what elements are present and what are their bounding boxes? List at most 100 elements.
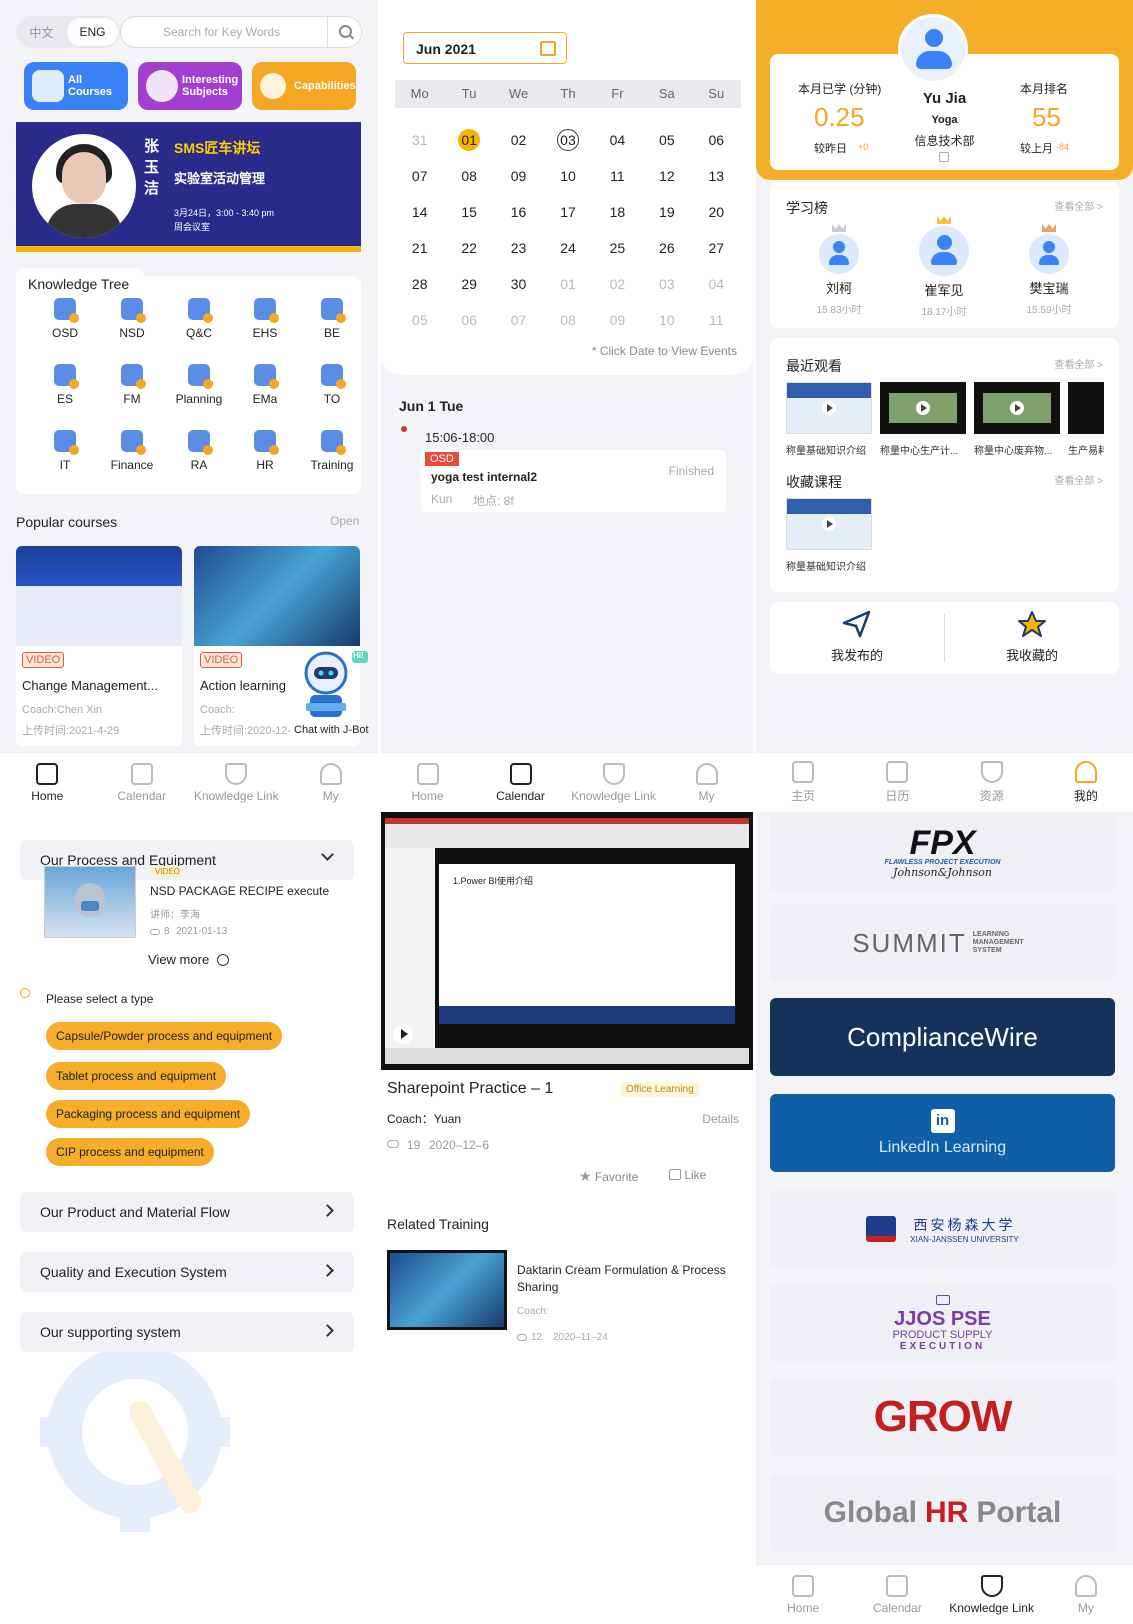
tab-calendar[interactable]: 日历: [850, 753, 944, 812]
type-option[interactable]: Tablet process and equipment: [46, 1062, 227, 1090]
favorite-button[interactable]: ★ Favorite: [579, 1168, 638, 1185]
link-summit[interactable]: SUMMIT LEARNING MANAGEMENT SYSTEM: [770, 904, 1115, 982]
calendar-day[interactable]: 14: [395, 194, 444, 230]
calendar-day[interactable]: 29: [444, 266, 493, 302]
knowledge-tree-item[interactable]: HR: [234, 430, 296, 472]
knowledge-tree-item[interactable]: Training: [301, 430, 363, 472]
event-card[interactable]: yoga test internal2 Finished Kun 地点: 8f: [421, 450, 726, 512]
leader-item-top[interactable]: 崔军见 18.17小时: [899, 216, 989, 318]
tab-knowledge-link[interactable]: Knowledge Link: [567, 753, 660, 812]
lang-cn[interactable]: 中文: [16, 24, 67, 41]
tab-knowledge-link[interactable]: Knowledge Link: [189, 753, 284, 812]
calendar-day[interactable]: 08: [444, 158, 493, 194]
like-button[interactable]: Like: [669, 1168, 706, 1182]
calendar-day[interactable]: 06: [444, 302, 493, 338]
recent-view-all[interactable]: 查看全部 >: [1054, 356, 1103, 371]
video-thumbnail[interactable]: [44, 866, 136, 938]
type-option[interactable]: Packaging process and equipment: [46, 1100, 251, 1128]
knowledge-tree-item[interactable]: Q&C: [168, 298, 230, 340]
calendar-day[interactable]: 09: [494, 158, 543, 194]
video-thumbnail[interactable]: [1068, 382, 1104, 434]
tab-my[interactable]: My: [284, 753, 379, 812]
tab-calendar[interactable]: Calendar: [850, 1565, 944, 1624]
calendar-day[interactable]: 13: [692, 158, 741, 194]
calendar-day[interactable]: 15: [444, 194, 493, 230]
link-compliancewire[interactable]: ComplianceWire: [770, 998, 1115, 1076]
tab-my[interactable]: My: [1039, 1565, 1133, 1624]
calendar-day[interactable]: 04: [593, 122, 642, 158]
video-thumbnail[interactable]: [786, 382, 872, 434]
accordion-product-material-flow[interactable]: Our Product and Material Flow: [20, 1192, 354, 1232]
banner-carousel[interactable]: 张玉洁 SMS匠车讲坛 实验室活动管理 3月24日，3:00 - 3:40 pm…: [16, 122, 361, 252]
leaderboard-view-all[interactable]: 查看全部 >: [1054, 198, 1103, 213]
calendar-day[interactable]: 01: [444, 122, 493, 158]
lang-en[interactable]: ENG: [67, 18, 118, 46]
all-courses-button[interactable]: All Courses: [24, 62, 128, 110]
interesting-subjects-button[interactable]: Interesting Subjects: [138, 62, 242, 110]
calendar-day[interactable]: 28: [395, 266, 444, 302]
link-linkedin-learning[interactable]: in LinkedIn Learning: [770, 1094, 1115, 1172]
calendar-day[interactable]: 24: [543, 230, 592, 266]
calendar-day[interactable]: 23: [494, 230, 543, 266]
calendar-day[interactable]: 20: [692, 194, 741, 230]
calendar-day[interactable]: 27: [692, 230, 741, 266]
knowledge-tree-item[interactable]: Finance: [101, 430, 163, 472]
favorites-view-all[interactable]: 查看全部 >: [1054, 472, 1103, 487]
tab-my[interactable]: My: [660, 753, 753, 812]
knowledge-tree-item[interactable]: TO: [301, 364, 363, 406]
calendar-day[interactable]: 08: [543, 302, 592, 338]
video-thumbnail[interactable]: [974, 382, 1060, 434]
video-player[interactable]: 1.Power BI使用介绍: [381, 812, 753, 1070]
calendar-day[interactable]: 03: [543, 122, 592, 158]
calendar-day[interactable]: 05: [395, 302, 444, 338]
tab-resources[interactable]: 资源: [945, 753, 1039, 812]
link-global-hr-portal[interactable]: Global HR Portal: [770, 1474, 1115, 1552]
calendar-day[interactable]: 31: [395, 122, 444, 158]
type-option[interactable]: CIP process and equipment: [46, 1138, 214, 1166]
knowledge-tree-item[interactable]: NSD: [101, 298, 163, 340]
accordion-quality-execution[interactable]: Quality and Execution System: [20, 1252, 354, 1292]
calendar-day[interactable]: 01: [543, 266, 592, 302]
calendar-day[interactable]: 06: [692, 122, 741, 158]
calendar-day[interactable]: 10: [642, 302, 691, 338]
tab-my[interactable]: 我的: [1039, 753, 1133, 812]
tab-home[interactable]: Home: [381, 753, 474, 812]
details-link[interactable]: Details: [702, 1112, 739, 1126]
calendar-day[interactable]: 12: [642, 158, 691, 194]
related-thumbnail[interactable]: [387, 1250, 507, 1330]
leader-item[interactable]: 刘柯 15.83小时: [794, 224, 884, 316]
calendar-day[interactable]: 11: [593, 158, 642, 194]
link-grow[interactable]: GROW: [770, 1378, 1115, 1456]
video-thumbnail[interactable]: [786, 498, 872, 550]
search-icon[interactable]: [327, 17, 361, 47]
knowledge-tree-item[interactable]: EMa: [234, 364, 296, 406]
calendar-day[interactable]: 16: [494, 194, 543, 230]
type-option[interactable]: Capsule/Powder process and equipment: [46, 1022, 283, 1050]
capabilities-button[interactable]: Capabilities: [252, 62, 356, 110]
language-switch[interactable]: 中文 ENG: [16, 16, 120, 48]
my-published-button[interactable]: 我发布的: [770, 602, 944, 674]
knowledge-tree-item[interactable]: IT: [34, 430, 96, 472]
calendar-day[interactable]: 11: [692, 302, 741, 338]
knowledge-tree-item[interactable]: BE: [301, 298, 363, 340]
calendar-day[interactable]: 04: [692, 266, 741, 302]
view-more-link[interactable]: View more: [148, 952, 229, 967]
tab-home[interactable]: 主页: [756, 753, 850, 812]
knowledge-tree-item[interactable]: Planning: [168, 364, 230, 406]
leader-item[interactable]: 樊宝瑞 15.59小时: [1004, 224, 1094, 316]
calendar-day[interactable]: 26: [642, 230, 691, 266]
knowledge-tree-item[interactable]: ES: [34, 364, 96, 406]
link-jjos-pse[interactable]: JJOS PSE PRODUCT SUPPLY EXECUTION: [770, 1284, 1115, 1362]
month-picker[interactable]: Jun 2021: [403, 32, 567, 64]
popular-open-link[interactable]: Open: [330, 514, 359, 528]
calendar-day[interactable]: 22: [444, 230, 493, 266]
calendar-day[interactable]: 25: [593, 230, 642, 266]
tab-home[interactable]: Home: [0, 753, 95, 812]
knowledge-tree-item[interactable]: FM: [101, 364, 163, 406]
jbot-button[interactable]: Hi! Chat with J-Bot: [290, 645, 370, 740]
calendar-day[interactable]: 19: [642, 194, 691, 230]
calendar-day[interactable]: 09: [593, 302, 642, 338]
calendar-day[interactable]: 17: [543, 194, 592, 230]
tab-knowledge-link[interactable]: Knowledge Link: [945, 1565, 1039, 1624]
accordion-supporting-system[interactable]: Our supporting system: [20, 1312, 354, 1352]
